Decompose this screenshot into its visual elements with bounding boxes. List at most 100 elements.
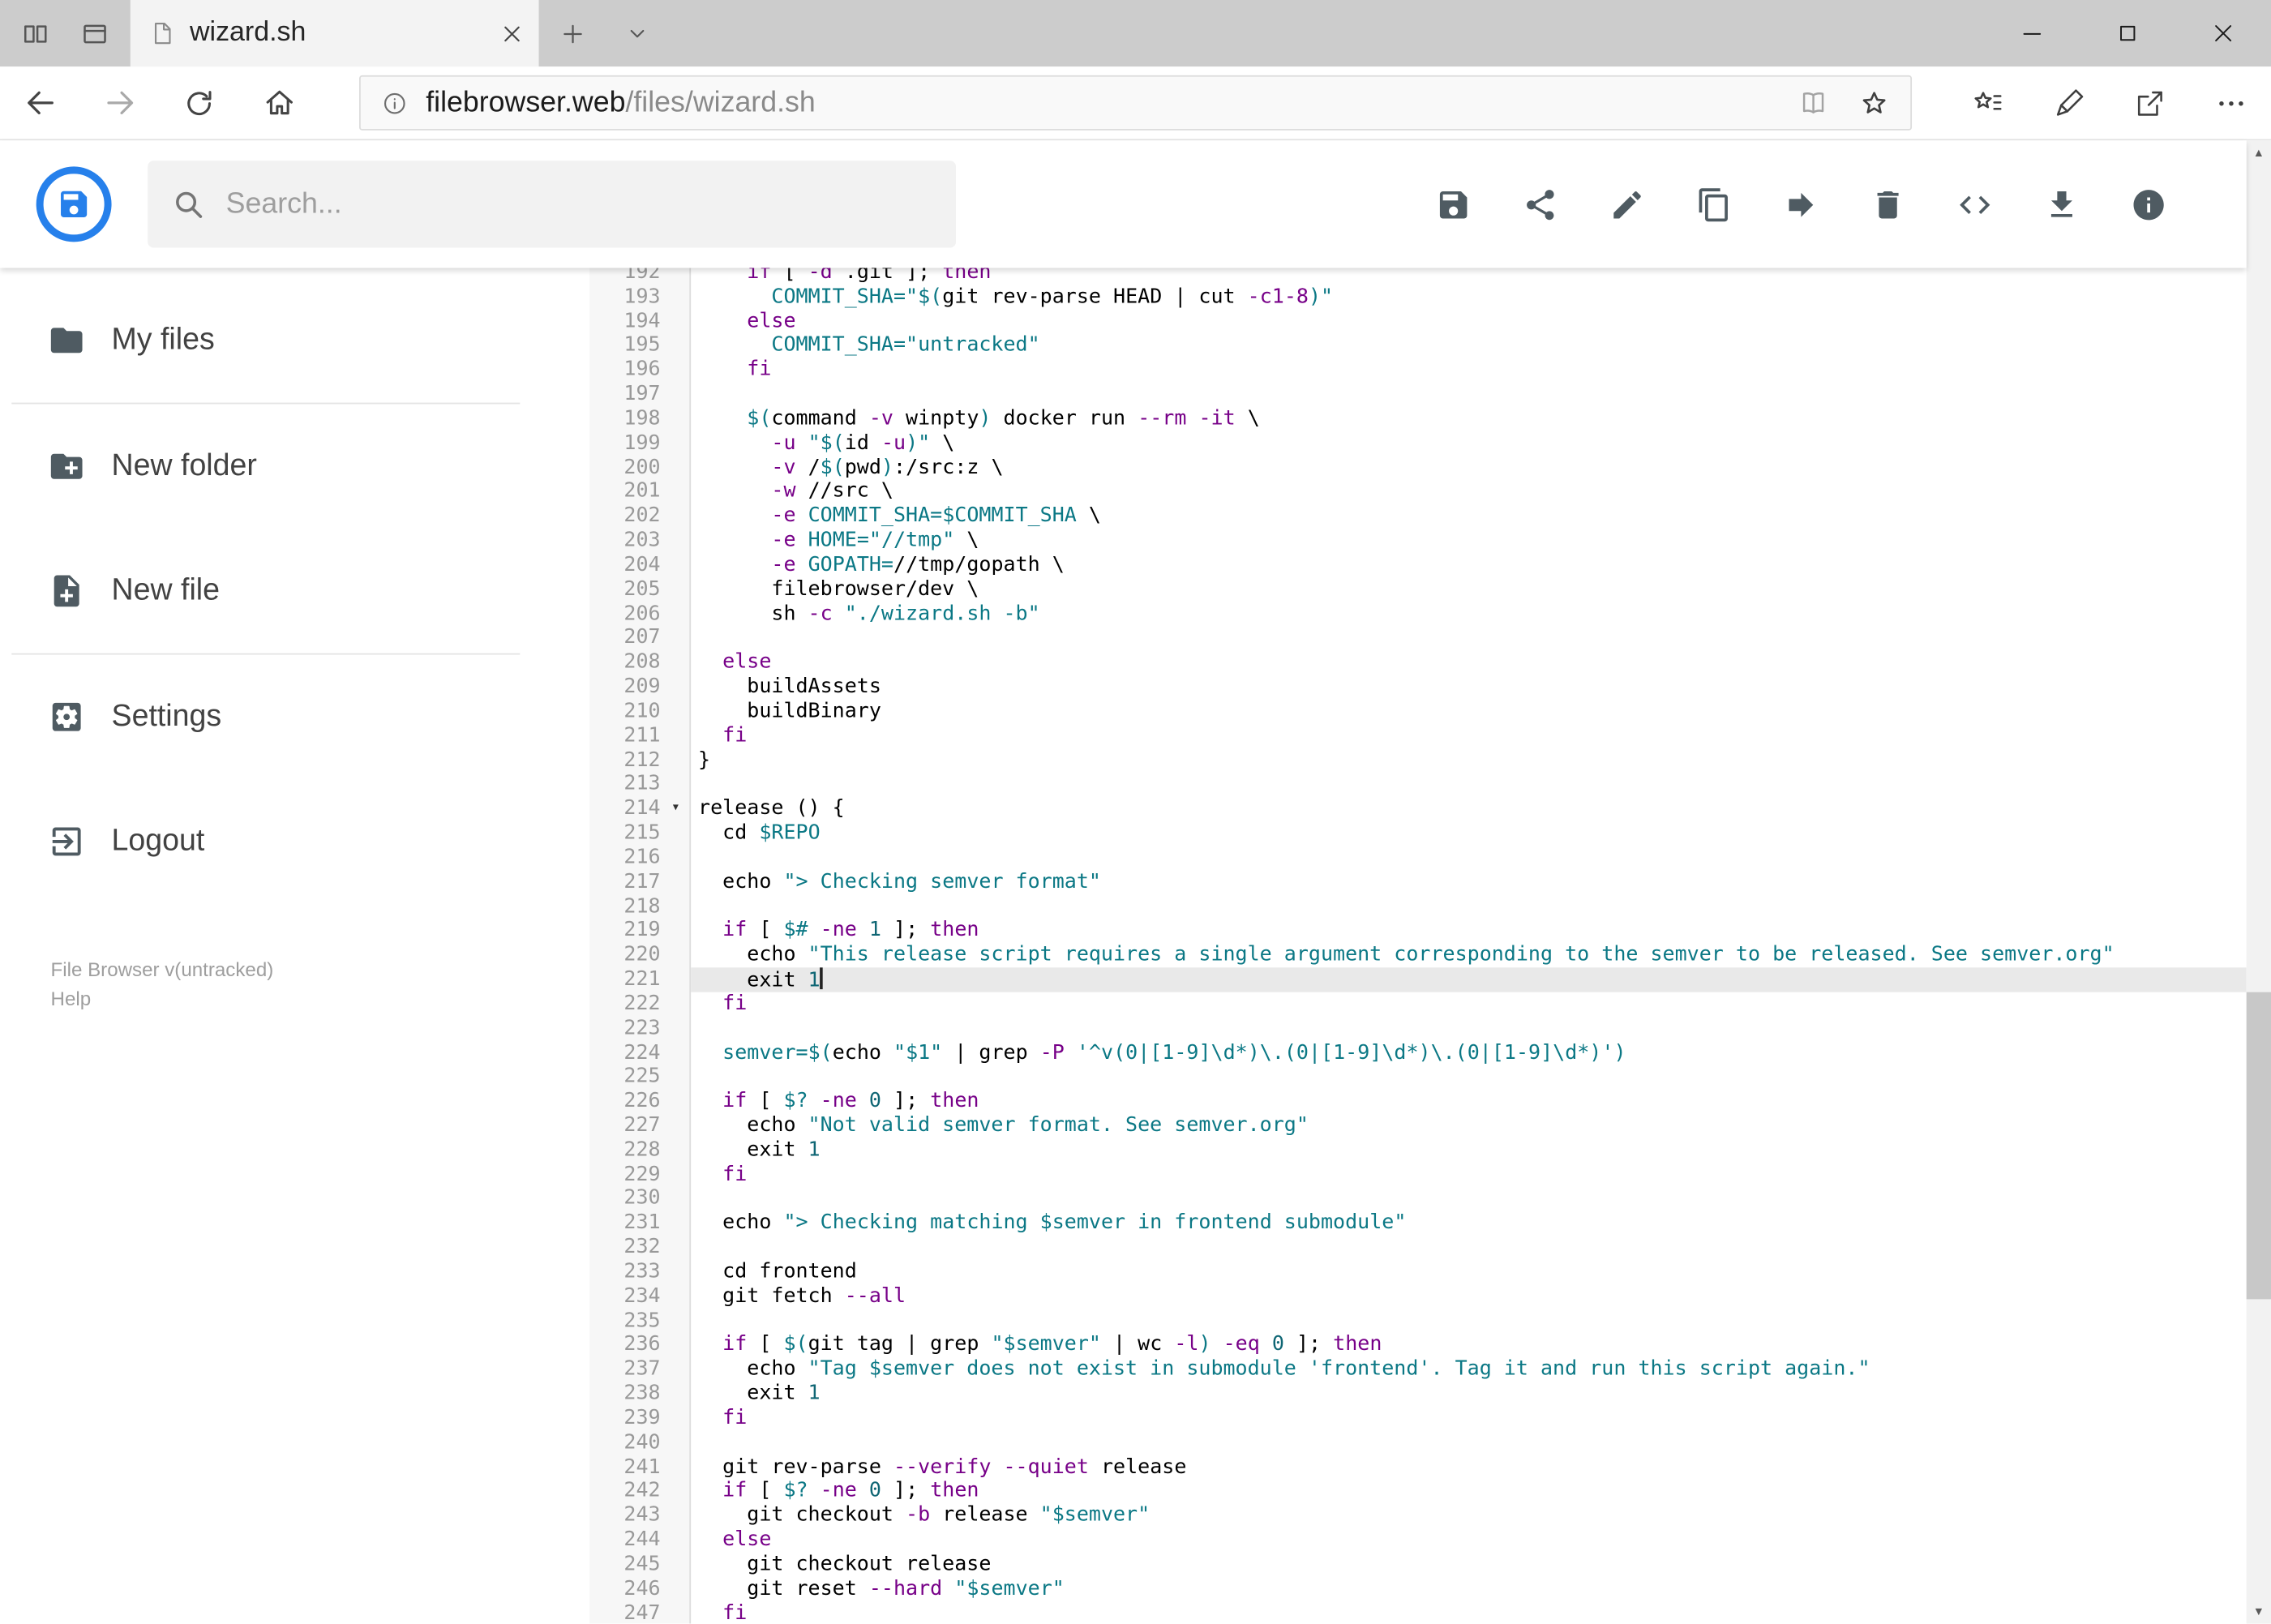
- code-line[interactable]: 206 sh -c "./wizard.sh -b": [589, 602, 2247, 626]
- code-text[interactable]: filebrowser/dev \: [691, 577, 2247, 602]
- code-line[interactable]: 237 echo "Tag $semver does not exist in …: [589, 1357, 2247, 1382]
- code-text[interactable]: echo "Not valid semver format. See semve…: [691, 1114, 2247, 1138]
- code-line[interactable]: 192 if [ -d .git ]; then: [589, 268, 2247, 285]
- refresh-button[interactable]: [160, 66, 239, 139]
- code-text[interactable]: }: [691, 748, 2247, 773]
- code-line[interactable]: 231 echo "> Checking matching $semver in…: [589, 1211, 2247, 1236]
- code-line[interactable]: 204 -e GOPATH=//tmp/gopath \: [589, 553, 2247, 577]
- favorite-star-icon[interactable]: [1858, 87, 1890, 118]
- code-line[interactable]: 201 -w //src \: [589, 480, 2247, 504]
- tab-list-chevron-icon[interactable]: [606, 0, 670, 66]
- code-text[interactable]: cd frontend: [691, 1260, 2247, 1284]
- code-line[interactable]: 216: [589, 846, 2247, 870]
- code-text[interactable]: fi: [691, 724, 2247, 748]
- code-line[interactable]: 219 if [ $# -ne 1 ]; then: [589, 919, 2247, 943]
- code-text[interactable]: git checkout release: [691, 1553, 2247, 1577]
- code-button[interactable]: [1930, 161, 2017, 247]
- code-line[interactable]: 241 git rev-parse --verify --quiet relea…: [589, 1455, 2247, 1480]
- code-text[interactable]: [691, 626, 2247, 650]
- code-line[interactable]: 222 fi: [589, 992, 2247, 1016]
- code-text[interactable]: if [ $(git tag | grep "$semver" | wc -l)…: [691, 1333, 2247, 1357]
- code-text[interactable]: fi: [691, 358, 2247, 383]
- code-line[interactable]: 214 ▾ release () {: [589, 797, 2247, 821]
- code-text[interactable]: COMMIT_SHA="untracked": [691, 334, 2247, 358]
- code-line[interactable]: 211 fi: [589, 724, 2247, 748]
- code-line[interactable]: 246 git reset --hard "$semver": [589, 1577, 2247, 1601]
- code-line[interactable]: 229 fi: [589, 1163, 2247, 1187]
- code-line[interactable]: 193 COMMIT_SHA="$(git rev-parse HEAD | c…: [589, 285, 2247, 310]
- code-line[interactable]: 233 cd frontend: [589, 1260, 2247, 1284]
- code-text[interactable]: echo "Tag $semver does not exist in subm…: [691, 1357, 2247, 1382]
- code-line[interactable]: 242 if [ $? -ne 0 ]; then: [589, 1480, 2247, 1504]
- home-button[interactable]: [239, 66, 319, 139]
- code-line[interactable]: 245 git checkout release: [589, 1553, 2247, 1577]
- code-line[interactable]: 217 echo "> Checking semver format": [589, 870, 2247, 894]
- code-line[interactable]: 226 if [ $? -ne 0 ]; then: [589, 1090, 2247, 1114]
- code-text[interactable]: exit 1: [691, 967, 2247, 992]
- tab-preview-icon[interactable]: [79, 18, 110, 49]
- code-text[interactable]: exit 1: [691, 1382, 2247, 1406]
- move-button[interactable]: [1757, 161, 1844, 247]
- code-text[interactable]: fi: [691, 1163, 2247, 1187]
- code-text[interactable]: [691, 894, 2247, 919]
- code-line[interactable]: 228 exit 1: [589, 1138, 2247, 1163]
- code-line[interactable]: 203 -e HOME="//tmp" \: [589, 529, 2247, 553]
- code-text[interactable]: [691, 773, 2247, 797]
- search-bar[interactable]: [148, 161, 957, 248]
- code-text[interactable]: sh -c "./wizard.sh -b": [691, 602, 2247, 626]
- code-line[interactable]: 194 else: [589, 310, 2247, 334]
- share-icon[interactable]: [2109, 86, 2190, 119]
- code-line[interactable]: 196 fi: [589, 358, 2247, 383]
- code-line[interactable]: 235: [589, 1309, 2247, 1333]
- code-text[interactable]: -w //src \: [691, 480, 2247, 504]
- sidebar-item-settings[interactable]: Settings: [0, 654, 589, 779]
- code-text[interactable]: echo "> Checking matching $semver in fro…: [691, 1211, 2247, 1236]
- code-text[interactable]: [691, 1065, 2247, 1090]
- code-text[interactable]: exit 1: [691, 1138, 2247, 1163]
- code-line[interactable]: 215 cd $REPO: [589, 821, 2247, 846]
- code-text[interactable]: -e COMMIT_SHA=$COMMIT_SHA \: [691, 504, 2247, 529]
- code-text[interactable]: $(command -v winpty) docker run --rm -it…: [691, 407, 2247, 431]
- download-button[interactable]: [2017, 161, 2104, 247]
- code-line[interactable]: 221 exit 1: [589, 967, 2247, 992]
- code-text[interactable]: -e GOPATH=//tmp/gopath \: [691, 553, 2247, 577]
- code-text[interactable]: else: [691, 651, 2247, 675]
- more-menu-icon[interactable]: [2190, 86, 2271, 119]
- code-text[interactable]: fi: [691, 1406, 2247, 1430]
- search-input[interactable]: [225, 187, 933, 221]
- code-text[interactable]: [691, 1431, 2247, 1455]
- minimize-button[interactable]: [1984, 0, 2080, 66]
- code-text[interactable]: [691, 846, 2247, 870]
- code-line[interactable]: 224 semver=$(echo "$1" | grep -P '^v(0|[…: [589, 1041, 2247, 1065]
- code-line[interactable]: 212}: [589, 748, 2247, 773]
- code-line[interactable]: 205 filebrowser/dev \: [589, 577, 2247, 602]
- code-text[interactable]: -v /$(pwd):/src:z \: [691, 456, 2247, 480]
- code-text[interactable]: fi: [691, 992, 2247, 1016]
- code-line[interactable]: 202 -e COMMIT_SHA=$COMMIT_SHA \: [589, 504, 2247, 529]
- code-text[interactable]: git rev-parse --verify --quiet release: [691, 1455, 2247, 1480]
- code-line[interactable]: 243 git checkout -b release "$semver": [589, 1504, 2247, 1528]
- sidebar-item-new-file[interactable]: New file: [0, 529, 589, 653]
- code-line[interactable]: 213: [589, 773, 2247, 797]
- code-text[interactable]: if [ $# -ne 1 ]; then: [691, 919, 2247, 943]
- code-line[interactable]: 232: [589, 1236, 2247, 1260]
- site-info-icon[interactable]: [381, 89, 409, 117]
- tab-close-icon[interactable]: [504, 25, 521, 41]
- address-bar[interactable]: filebrowser.web/files/wizard.sh: [359, 75, 1913, 131]
- sidebar-item-my-files[interactable]: My files: [0, 278, 589, 403]
- new-tab-button[interactable]: [539, 0, 606, 66]
- code-text[interactable]: echo "> Checking semver format": [691, 870, 2247, 894]
- back-button[interactable]: [0, 66, 79, 139]
- scroll-up-icon[interactable]: ▲: [2247, 140, 2271, 165]
- code-text[interactable]: -e HOME="//tmp" \: [691, 529, 2247, 553]
- code-line[interactable]: 225: [589, 1065, 2247, 1090]
- code-text[interactable]: semver=$(echo "$1" | grep -P '^v(0|[1-9]…: [691, 1041, 2247, 1065]
- code-line[interactable]: 195 COMMIT_SHA="untracked": [589, 334, 2247, 358]
- code-text[interactable]: buildBinary: [691, 700, 2247, 724]
- code-text[interactable]: buildAssets: [691, 675, 2247, 700]
- code-text[interactable]: [691, 1016, 2247, 1040]
- code-editor[interactable]: 192 if [ -d .git ]; then 193 COMMIT_SHA="…: [589, 268, 2247, 1624]
- forward-button[interactable]: [79, 66, 159, 139]
- web-note-pen-icon[interactable]: [2028, 86, 2109, 119]
- code-line[interactable]: 234 git fetch --all: [589, 1284, 2247, 1309]
